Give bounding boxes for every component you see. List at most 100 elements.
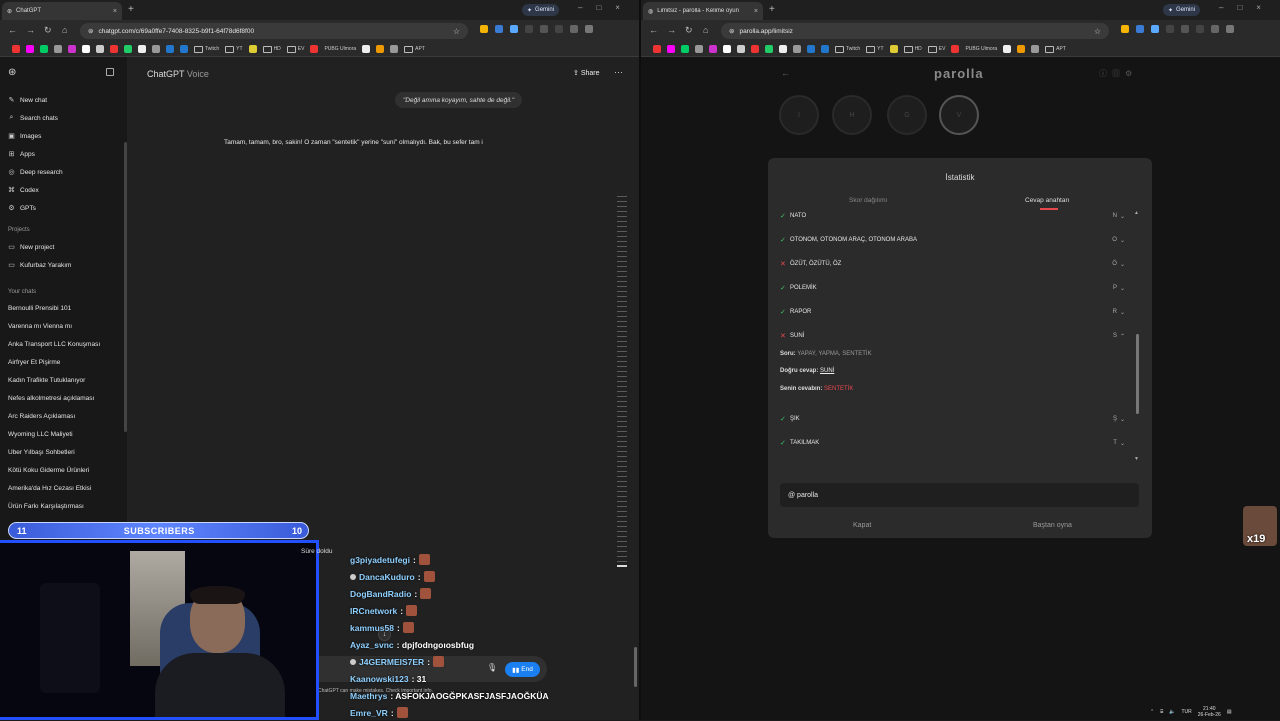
bookmark-icon[interactable] [779, 45, 787, 53]
bookmark-icon[interactable] [12, 45, 20, 53]
bookmark-icon[interactable] [889, 45, 898, 53]
chatgpt-logo-icon[interactable]: ⊛ [8, 67, 16, 78]
answer-row[interactable]: ✕ SUNİ S ⌃ [780, 330, 1125, 342]
address-bar[interactable]: ⊜ parolla.app/limitsiz ☆ [721, 23, 1109, 39]
sidebar-item[interactable]: ✎ New chat [8, 96, 48, 105]
bookmark-folder[interactable]: Twitch [835, 46, 860, 53]
bookmark-icon[interactable] [737, 45, 745, 53]
bookmark-icon[interactable] [1017, 45, 1026, 53]
bookmark-star-icon[interactable]: ☆ [1094, 27, 1101, 36]
bookmark-icon[interactable] [166, 45, 174, 53]
back-arrow-icon[interactable]: ← [781, 68, 790, 78]
bookmark-icon[interactable] [248, 45, 257, 53]
chat-history-item[interactable]: Ürün Farkı Karşılaştırması [8, 503, 84, 510]
bookmark-folder[interactable]: EV [287, 46, 305, 53]
chevron-icon[interactable]: ⌄ [1120, 213, 1125, 220]
modal-scrollbar[interactable] [1136, 334, 1139, 414]
tab-parolla[interactable]: ◍ Limitsiz - parolla - Kelime oyunu × [643, 2, 763, 20]
bookmark-icon[interactable] [138, 45, 146, 53]
clock[interactable]: 21:40 26-Feb-26 [1198, 706, 1221, 718]
bookmark-icon[interactable] [68, 45, 76, 53]
window-controls[interactable]: –□× [578, 3, 634, 12]
home-icon[interactable]: ⌂ [62, 25, 67, 35]
chevron-icon[interactable]: ⌃ [1120, 333, 1125, 340]
bookmark-icon[interactable] [653, 45, 661, 53]
gemini-button[interactable]: ✦ Gemini [522, 4, 560, 16]
bookmark-icon[interactable] [82, 45, 90, 53]
forward-icon[interactable]: → [26, 25, 35, 35]
extensions[interactable] [1121, 25, 1234, 33]
tab-chatgpt[interactable]: ⊛ ChatGPT × [2, 2, 122, 20]
window-controls[interactable]: –□× [1219, 3, 1275, 12]
share-input[interactable]: @ parolla [780, 483, 1139, 507]
bookmark-icon[interactable] [96, 45, 104, 53]
bookmark-folder[interactable]: YT [866, 46, 883, 53]
language-indicator[interactable]: TUR [1181, 709, 1191, 715]
chat-username[interactable]: Ayaz_svnc [350, 640, 394, 650]
bookmark-icon[interactable] [765, 45, 773, 53]
more-options-icon[interactable]: ⋯ [614, 67, 623, 78]
bookmark-icon[interactable] [362, 45, 371, 53]
chevron-icon[interactable]: ⌄ [1120, 416, 1125, 423]
bookmark-folder[interactable]: APT [404, 46, 425, 53]
answer-row[interactable]: ✓ OTONOM, OTONOM ARAÇ, OTONOM ARABA O ⌄ [780, 234, 1125, 246]
bookmark-folder[interactable]: HD [263, 46, 281, 53]
chevron-icon[interactable]: ⌄ [1120, 285, 1125, 292]
sidebar-item[interactable]: ⊞ Apps [8, 150, 35, 159]
sidebar-item[interactable]: ⌘ Codex [8, 186, 39, 195]
scroll-down-icon[interactable]: ▼ [1134, 456, 1139, 462]
bookmark-icon[interactable] [1031, 45, 1040, 53]
header-icons[interactable]: ⓘ▥⚙ [1099, 68, 1137, 79]
chat-history-item[interactable]: Bernoulli Prensibi 101 [8, 305, 71, 312]
back-icon[interactable]: ← [649, 25, 658, 35]
notifications-icon[interactable]: ▤ [1227, 709, 1232, 715]
chat-username[interactable]: g3piyadetufegi [350, 555, 410, 565]
extensions[interactable] [480, 25, 593, 33]
tab-score-distribution[interactable]: Skor dağılımı [849, 197, 887, 204]
page-title[interactable]: ChatGPT Voice [147, 69, 209, 79]
bookmark-icon[interactable] [681, 45, 689, 53]
close-tab-icon[interactable]: × [113, 8, 117, 15]
bookmark-icon[interactable] [695, 45, 703, 53]
chat-history-item[interactable]: Varenna mı Vienna mı [8, 323, 72, 330]
bookmark-folder[interactable]: EV [928, 46, 946, 53]
bookmark-star-icon[interactable]: ☆ [453, 27, 460, 36]
close-tab-icon[interactable]: × [754, 8, 758, 15]
bookmark-folder[interactable]: Twitch [194, 46, 219, 53]
close-sidebar-icon[interactable] [106, 68, 114, 76]
bookmark-icon[interactable] [26, 45, 34, 53]
chat-username[interactable]: Maethrys [350, 691, 387, 701]
chat-history-item[interactable]: Wyoming LLC Maliyeti [8, 431, 73, 438]
bookmark-icon[interactable] [667, 45, 675, 53]
bookmark-icon[interactable] [807, 45, 815, 53]
bookmark-folder[interactable]: APT [1045, 46, 1066, 53]
reload-icon[interactable]: ↻ [44, 25, 52, 36]
chat-username[interactable]: IRCnetwork [350, 606, 397, 616]
scroll-up-icon[interactable]: ▲ [1134, 210, 1139, 216]
chat-history-item[interactable]: Uber Yılbaşı Sohbetleri [8, 449, 75, 456]
project-item[interactable]: ▭ New project [8, 243, 54, 252]
chat-username[interactable]: DancaKuduro [359, 572, 415, 582]
bookmark-icon[interactable] [152, 45, 160, 53]
sidebar-item[interactable]: ▣ Images [8, 132, 41, 141]
share-button[interactable]: ⇪ Share [573, 69, 600, 77]
answer-row[interactable]: ✕ ÖZÜT, ÖZÜTÜ, ÖZ Ö ⌄ [780, 258, 1125, 270]
bookmark-icon[interactable] [180, 45, 188, 53]
answer-row[interactable]: ✓ TAKILMAK T ⌄ [780, 437, 1125, 449]
chevron-icon[interactable]: ⌄ [1120, 237, 1125, 244]
close-button[interactable]: Kapat [853, 522, 871, 529]
address-bar[interactable]: ⊜ chatgpt.com/c/69a0ffe7-7408-8325-b9f1-… [80, 23, 468, 39]
bookmark-folder[interactable]: YT [225, 46, 242, 53]
bookmark-label[interactable]: PUBG Ulmora [965, 46, 997, 52]
bookmark-folder[interactable]: HD [904, 46, 922, 53]
chat-history-item[interactable]: Anka Transport LLC Konuşması [8, 341, 100, 348]
answer-row[interactable]: ✓ POLEMİK P ⌄ [780, 282, 1125, 294]
sidebar-item[interactable]: ◎ Deep research [8, 168, 62, 177]
network-icon[interactable]: ⌸ [1160, 709, 1163, 715]
new-tab-icon[interactable]: + [128, 4, 134, 15]
bookmark-icon[interactable] [40, 45, 48, 53]
chat-history-item[interactable]: Kadın Trafikte Tutuklanıyor [8, 377, 85, 384]
answer-row[interactable]: ✓ ŞIK Ş ⌄ [780, 413, 1125, 425]
tab-answer-key[interactable]: Cevap anahtarı [1025, 197, 1069, 204]
answer-row[interactable]: ✓ NATO N ⌄ [780, 210, 1125, 222]
